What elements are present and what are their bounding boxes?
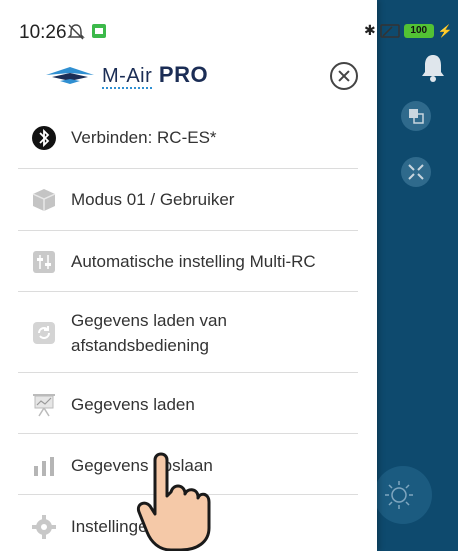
divider [18, 230, 358, 231]
menu-item-label: Gegevens laden [71, 395, 195, 414]
bell-icon[interactable] [420, 52, 446, 82]
logo-text-big: PRO [158, 62, 209, 87]
logo-text-small: M-Air [102, 65, 153, 89]
battery-icon: 100 [403, 23, 434, 38]
m-air-pro-logo: M-Air PRO [44, 62, 209, 89]
logo-mark-icon [46, 67, 94, 84]
divider [18, 372, 358, 373]
battery-level: 100 [410, 25, 428, 36]
status-time: 10:26 [19, 22, 67, 43]
divider [18, 168, 358, 169]
gear-icon [31, 514, 57, 540]
divider [18, 291, 358, 292]
logo-text: M-Air PRO [102, 62, 209, 89]
sliders-icon [31, 249, 57, 275]
menu-item-label-line2: afstandsbediening [71, 336, 210, 355]
menu-item-label-line1: Gegevens laden van [71, 311, 227, 330]
menu-item-label: Verbinden: RC-ES* [71, 128, 217, 147]
menu-item-load-from-remote[interactable]: Gegevens laden van afstandsbediening [0, 308, 377, 358]
cube-icon [31, 187, 57, 213]
app-notification-icon [92, 24, 106, 38]
notifications-off-icon [67, 24, 85, 40]
sun-icon [385, 481, 413, 509]
menu-item-label: Modus 01 / Gebruiker [71, 190, 235, 209]
menu-item-mode[interactable]: Modus 01 / Gebruiker [0, 186, 377, 214]
sun-button[interactable] [374, 466, 432, 524]
bluetooth-status-icon: ✱ [364, 22, 376, 38]
sync-icon [31, 320, 57, 346]
fullscreen-icon[interactable] [401, 157, 431, 187]
menu-item-auto-setting[interactable]: Automatische instelling Multi-RC [0, 248, 377, 276]
status-bar: 10:26 ✱ 100 ⚡ [0, 0, 458, 43]
presentation-icon [31, 392, 57, 418]
tap-hand-icon [136, 452, 211, 551]
close-drawer-button[interactable] [330, 62, 358, 90]
menu-item-load-data[interactable]: Gegevens laden [0, 391, 377, 419]
screen-cast-icon [379, 23, 400, 38]
divider [18, 433, 358, 434]
menu-item-connect[interactable]: Verbinden: RC-ES* [0, 124, 377, 152]
charging-icon: ⚡ [437, 23, 453, 38]
menu-item-label: Automatische instelling Multi-RC [71, 252, 316, 271]
bar-chart-icon [31, 453, 57, 479]
device-icon[interactable] [401, 101, 431, 131]
bluetooth-icon [31, 125, 57, 151]
